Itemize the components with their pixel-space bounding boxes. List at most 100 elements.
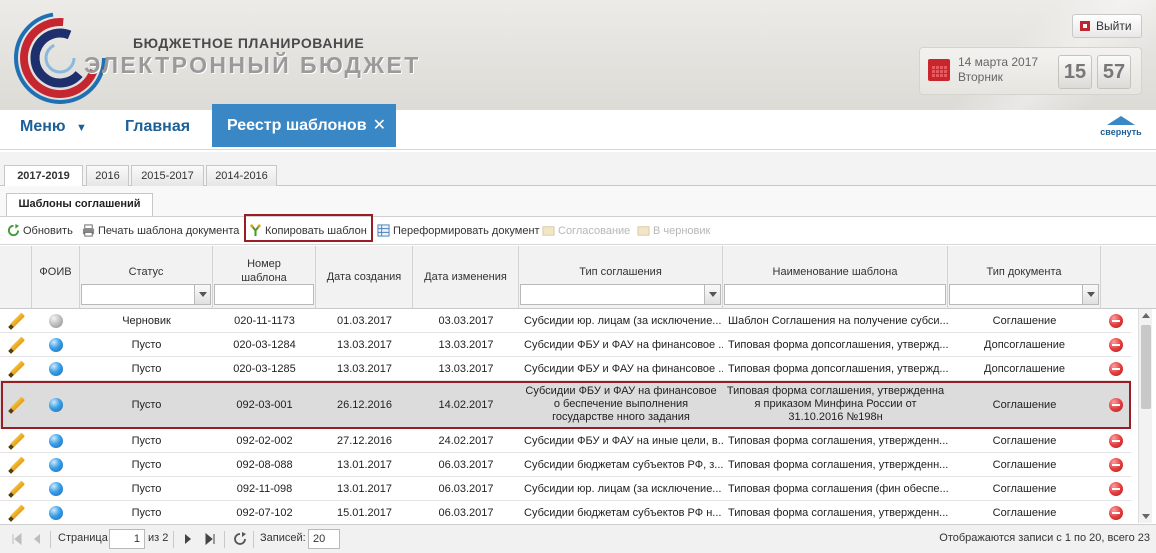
edit-pencil-icon[interactable] xyxy=(8,361,24,377)
delete-icon[interactable] xyxy=(1109,313,1123,328)
cell-number: 092-08-088 xyxy=(236,458,293,471)
refresh-icon xyxy=(7,224,20,237)
print-template-button[interactable]: Печать шаблона документа xyxy=(82,224,239,237)
to-draft-button[interactable]: В черновик xyxy=(637,224,710,237)
cell-agreement-type: Субсидии ФБУ и ФАУ на финансовое ... xyxy=(524,338,723,351)
col-name[interactable]: Наименование шаблона xyxy=(723,246,948,309)
print-label: Печать шаблона документа xyxy=(98,224,240,237)
delete-icon[interactable] xyxy=(1109,361,1123,376)
next-page-icon[interactable] xyxy=(182,533,194,545)
table-row[interactable]: Пусто 092-11-098 13.01.2017 06.03.2017 Субси… xyxy=(0,477,1131,501)
approval-label: Согласование xyxy=(558,224,631,237)
approval-button[interactable]: Согласование xyxy=(542,224,630,237)
col-actions xyxy=(0,246,32,309)
delete-icon[interactable] xyxy=(1109,457,1123,472)
cell-name: Типовая форма соглашения, утвержденн... xyxy=(728,506,948,519)
pager-separator xyxy=(253,531,254,548)
col-created[interactable]: Дата создания xyxy=(316,246,413,309)
cell-created: 15.01.2017 xyxy=(336,506,393,519)
agreement-type-filter-select[interactable] xyxy=(520,284,721,305)
delete-icon[interactable] xyxy=(1109,337,1123,352)
col-number[interactable]: Номер шаблона xyxy=(213,246,316,309)
cell-delete xyxy=(1101,309,1131,332)
tab-agreement-templates[interactable]: Шаблоны соглашений xyxy=(6,193,153,216)
close-tab-icon[interactable]: ✕ xyxy=(373,104,386,148)
cell-edit xyxy=(0,429,32,452)
cell-edit xyxy=(0,309,32,332)
refresh-label: Обновить xyxy=(23,224,73,237)
cell-foiv xyxy=(32,501,80,524)
edit-pencil-icon[interactable] xyxy=(8,481,24,497)
tab-year-0[interactable]: 2017-2019 xyxy=(4,165,83,187)
menu-button[interactable]: Меню ▼ xyxy=(20,110,87,146)
grid-scrollbar[interactable] xyxy=(1138,309,1152,523)
col-status[interactable]: Статус xyxy=(80,246,213,309)
reload-icon[interactable] xyxy=(233,532,247,546)
calendar-icon xyxy=(928,59,950,81)
foiv-status-icon xyxy=(49,457,63,472)
records-per-page-input[interactable]: 20 xyxy=(308,529,340,549)
col-number-label: Номер шаблона xyxy=(241,258,287,284)
cell-agreement-type: Субсидии ФБУ и ФАУ на финансовое ... xyxy=(524,362,723,375)
edit-pencil-icon[interactable] xyxy=(8,505,24,521)
table-row[interactable]: Пусто 020-03-1285 13.03.2017 13.03.2017 Субс… xyxy=(0,357,1131,381)
scroll-thumb[interactable] xyxy=(1141,325,1151,409)
document-grid-icon xyxy=(377,224,390,237)
edit-pencil-icon[interactable] xyxy=(8,457,24,473)
pager-separator xyxy=(224,531,225,548)
number-filter-input[interactable] xyxy=(214,284,314,305)
edit-pencil-icon[interactable] xyxy=(8,433,24,449)
edit-pencil-icon[interactable] xyxy=(8,313,24,329)
reform-document-button[interactable]: Переформировать документ xyxy=(377,224,540,237)
col-modified[interactable]: Дата изменения xyxy=(413,246,519,309)
cell-agreement-type: Субсидии юр. лицам (за исключение... xyxy=(524,482,722,495)
prev-page-icon[interactable] xyxy=(31,533,43,545)
status-filter-select[interactable] xyxy=(81,284,211,305)
cell-number: 020-03-1285 xyxy=(233,362,296,375)
cell-modified: 13.03.2017 xyxy=(438,338,494,351)
refresh-button[interactable]: Обновить xyxy=(7,224,73,237)
draft-icon xyxy=(637,226,650,236)
delete-icon[interactable] xyxy=(1109,481,1123,496)
table-row[interactable]: Черновик 020-11-1173 01.03.2017 03.03.2017 С… xyxy=(0,309,1131,333)
edit-pencil-icon[interactable] xyxy=(8,337,24,353)
delete-icon[interactable] xyxy=(1109,433,1123,448)
name-filter-input[interactable] xyxy=(724,284,946,305)
collapse-button[interactable]: свернуть xyxy=(1100,116,1142,137)
cell-modified: 24.02.2017 xyxy=(438,434,494,447)
nav-home-link[interactable]: Главная xyxy=(125,110,190,146)
col-foiv[interactable]: ФОИВ xyxy=(32,246,80,309)
cell-number: 092-02-002 xyxy=(236,434,293,447)
scroll-down-icon[interactable] xyxy=(1142,514,1150,519)
cell-created: 01.03.2017 xyxy=(336,314,393,327)
col-modified-label: Дата изменения xyxy=(424,271,507,283)
foiv-status-icon xyxy=(49,481,63,496)
clock-minute: 57 xyxy=(1097,55,1131,89)
tab-template-registry[interactable]: Реестр шаблонов ✕ xyxy=(212,104,396,147)
page-input[interactable]: 1 xyxy=(109,529,145,549)
tab-year-1[interactable]: 2016 xyxy=(86,165,129,186)
cell-edit xyxy=(0,357,32,380)
logout-button[interactable]: Выйти xyxy=(1072,14,1142,38)
col-doc-type[interactable]: Тип документа xyxy=(948,246,1101,309)
col-agreement-type-label: Тип соглашения xyxy=(579,266,662,278)
pager: Страница 1 из 2 Записей: 20 Отображаются… xyxy=(0,524,1156,553)
table-row[interactable]: Пусто 092-07-102 15.01.2017 06.03.2017 Субси… xyxy=(0,501,1131,525)
table-row[interactable]: Пусто 092-08-088 13.01.2017 06.03.2017 Субси… xyxy=(0,453,1131,477)
first-page-icon[interactable] xyxy=(11,533,23,545)
delete-icon[interactable] xyxy=(1109,505,1123,520)
cell-agreement-type: Субсидии бюджетам субъектов РФ, з... xyxy=(524,458,723,471)
table-row[interactable]: Пусто 020-03-1284 13.03.2017 13.03.2017 Субс… xyxy=(0,333,1131,357)
tab-year-2[interactable]: 2015-2017 xyxy=(131,165,204,186)
table-row[interactable]: Пусто 092-02-002 27.12.2016 24.02.2017 Субси… xyxy=(0,429,1131,453)
cell-delete xyxy=(1101,501,1131,524)
doc-type-filter-select[interactable] xyxy=(949,284,1099,305)
foiv-status-icon xyxy=(49,313,63,328)
col-agreement-type[interactable]: Тип соглашения xyxy=(519,246,723,309)
last-page-icon[interactable] xyxy=(204,533,216,545)
cell-delete xyxy=(1101,357,1131,380)
tab-year-3[interactable]: 2014-2016 xyxy=(206,165,277,186)
cell-number: 020-03-1284 xyxy=(233,338,296,351)
scroll-up-icon[interactable] xyxy=(1142,313,1150,318)
cell-modified: 13.03.2017 xyxy=(438,362,494,375)
